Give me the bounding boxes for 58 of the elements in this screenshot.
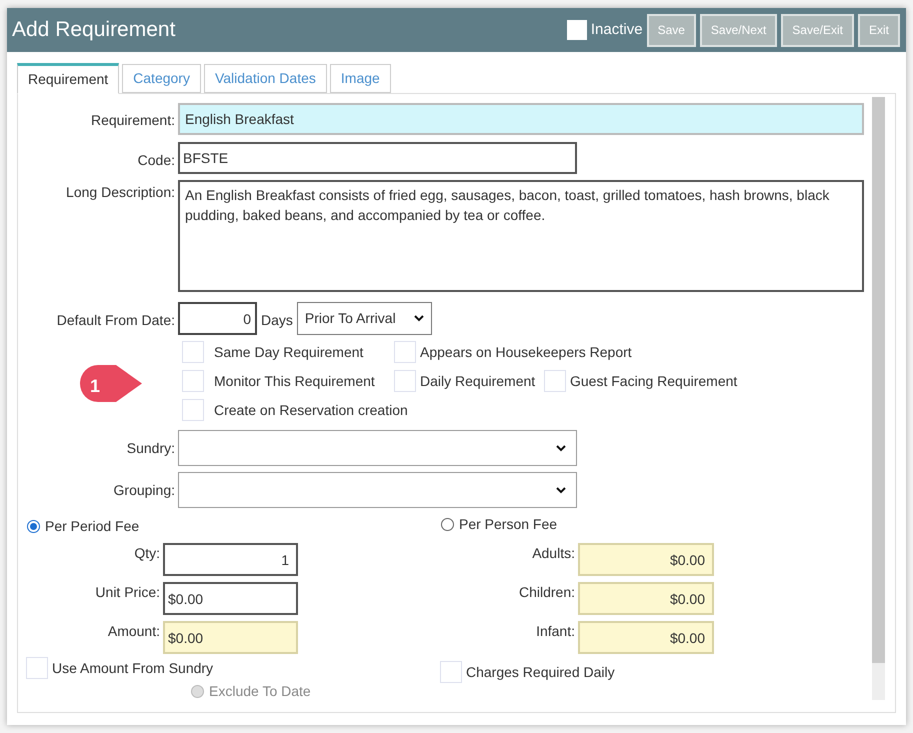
text-field[interactable]: 1 (163, 543, 298, 576)
field-label: Sundry: (126, 439, 176, 458)
checkbox-label: Daily Requirement (420, 372, 536, 391)
checkbox[interactable] (26, 657, 48, 679)
field-label: Default From Date: (56, 311, 176, 330)
field-label: Code: (136, 151, 176, 170)
checkbox[interactable] (394, 341, 416, 363)
text-field[interactable]: BFSTE (178, 142, 577, 174)
checkbox-label: Use Amount From Sundry (52, 658, 214, 678)
dropdown-value: Prior To Arrival (304, 309, 396, 328)
chevron-down-icon (556, 444, 566, 452)
text-field[interactable]: $0.00 (163, 621, 298, 654)
chevron-down-icon (556, 486, 566, 494)
field-label: Qty: (133, 544, 161, 563)
field-label: Grouping: (112, 481, 176, 500)
window-title: Add Requirement (12, 17, 176, 44)
text-field[interactable]: $0.00 (578, 582, 714, 615)
callout-number: 1 (90, 375, 100, 398)
unit-label: Days (261, 311, 293, 330)
text-area[interactable]: An English Breakfast consists of fried egg, sausages, bacon, toast, grilled tomatoes, hash browns, black pudding, baked beans, and accompanied by tea or coffee. (178, 180, 864, 292)
field-label: Infant: (535, 622, 576, 641)
text-field[interactable]: $0.00 (578, 543, 714, 576)
checkbox-label: Guest Facing Requirement (570, 372, 738, 391)
checkbox[interactable] (182, 341, 204, 363)
tab[interactable]: Requirement (17, 63, 120, 94)
checkbox[interactable] (544, 370, 566, 392)
checkbox[interactable] (440, 661, 462, 683)
field-label: Unit Price: (94, 583, 161, 602)
field-label: Adults: (531, 544, 576, 563)
radio-label: Per Person Fee (459, 515, 558, 534)
radio-label: Exclude To Date (209, 682, 311, 701)
checkbox[interactable] (566, 20, 587, 40)
dropdown[interactable] (178, 430, 577, 466)
checkbox[interactable] (182, 399, 204, 421)
checkbox-label: Appears on Housekeepers Report (420, 342, 632, 362)
radio-button[interactable] (441, 518, 454, 531)
field-label: Children: (518, 583, 576, 602)
number-field[interactable]: 0 (178, 302, 257, 335)
radio-button[interactable] (27, 520, 40, 533)
checkbox[interactable] (182, 370, 204, 392)
checkbox-label: Same Day Requirement (214, 342, 364, 362)
dropdown[interactable] (178, 472, 577, 508)
checkbox-label: Inactive (590, 20, 643, 40)
radio-label: Per Period Fee (45, 517, 140, 536)
field-label: Long Description: (65, 183, 176, 202)
scrollbar[interactable] (872, 97, 885, 700)
callout-marker (80, 365, 142, 402)
field-label: Requirement: (90, 111, 176, 130)
text-field[interactable]: $0.00 (578, 621, 714, 654)
chevron-down-icon (414, 315, 424, 322)
dropdown[interactable]: Prior To Arrival (296, 302, 432, 335)
text-field[interactable]: English Breakfast (178, 103, 864, 135)
checkbox[interactable] (394, 370, 416, 392)
field-label: Amount: (106, 622, 161, 641)
checkbox-label: Create on Reservation creation (214, 400, 408, 420)
checkbox-label: Monitor This Requirement (214, 372, 375, 391)
checkbox-label: Charges Required Daily (466, 662, 615, 682)
text-field[interactable]: $0.00 (163, 582, 298, 615)
